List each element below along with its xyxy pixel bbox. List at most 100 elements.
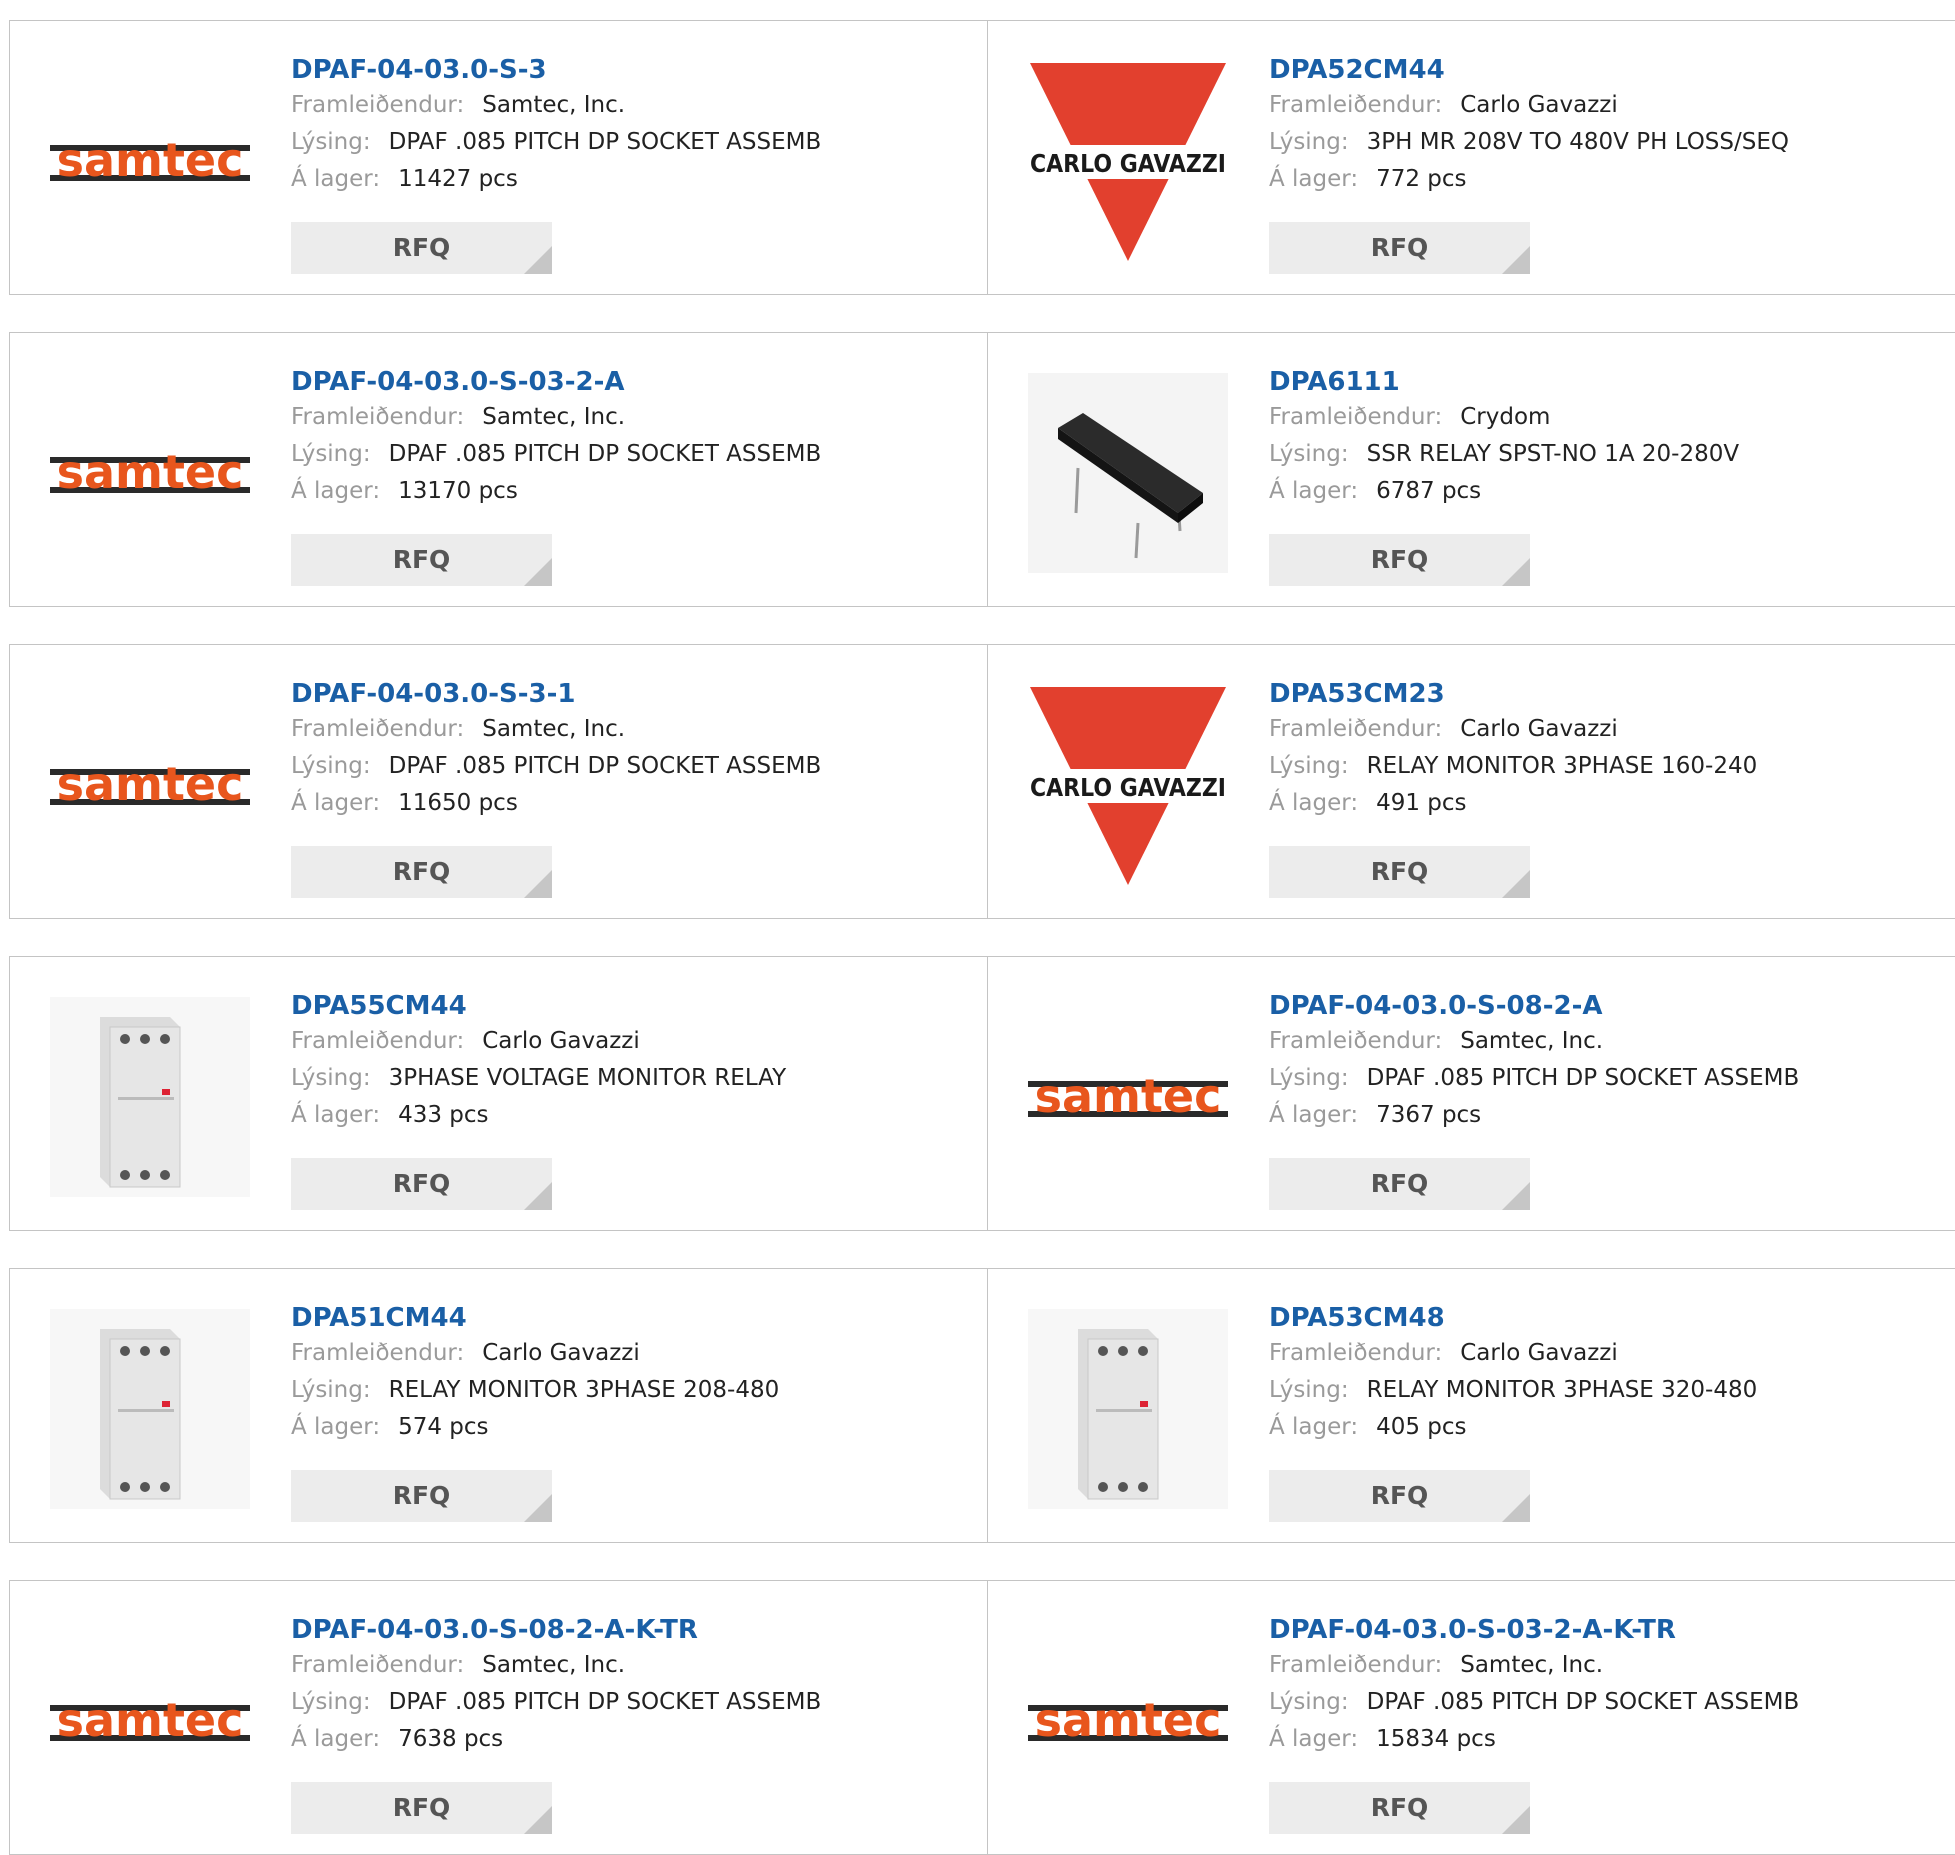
manufacturer-row: Framleiðendur: Carlo Gavazzi xyxy=(1269,711,1955,748)
rfq-label: RFQ xyxy=(392,1169,451,1198)
part-number-link[interactable]: DPA53CM48 xyxy=(1269,1301,1955,1335)
description-label: Lýsing: xyxy=(1269,129,1349,155)
samtec-logo: samtec xyxy=(50,133,250,187)
part-number-link[interactable]: DPAF-04-03.0-S-3 xyxy=(291,53,977,87)
part-number-link[interactable]: DPAF-04-03.0-S-08-2-A-K-TR xyxy=(291,1613,977,1647)
samtec-logo: samtec xyxy=(1028,1693,1228,1747)
product-image[interactable]: samtec xyxy=(1028,997,1228,1197)
rfq-button[interactable]: RFQ xyxy=(291,1158,552,1210)
product-image[interactable]: samtec xyxy=(50,373,250,573)
product-image[interactable]: samtec xyxy=(1028,1621,1228,1821)
product-image[interactable]: samtec xyxy=(50,685,250,885)
description-value: DPAF .085 PITCH DP SOCKET ASSEMB xyxy=(388,441,822,467)
description-value: DPAF .085 PITCH DP SOCKET ASSEMB xyxy=(388,753,822,779)
part-number-link[interactable]: DPAF-04-03.0-S-03-2-A xyxy=(291,365,977,399)
stock-row: Á lager: 11650 pcs xyxy=(291,785,977,822)
product-image[interactable]: samtec xyxy=(50,61,250,261)
carlo-gavazzi-logo: CARLO GAVAZZI xyxy=(1028,63,1228,261)
stock-value: 7638 pcs xyxy=(398,1726,504,1752)
rfq-button[interactable]: RFQ xyxy=(291,222,552,274)
rfq-label: RFQ xyxy=(1370,233,1429,262)
stock-value: 11650 pcs xyxy=(398,790,518,816)
rfq-button[interactable]: RFQ xyxy=(1269,534,1530,586)
stock-label: Á lager: xyxy=(1269,1102,1359,1128)
rfq-button[interactable]: RFQ xyxy=(291,846,552,898)
product-image[interactable] xyxy=(1028,373,1228,573)
carlo-gavazzi-logo-text: CARLO GAVAZZI xyxy=(1030,149,1226,178)
rfq-button[interactable]: RFQ xyxy=(1269,1782,1530,1834)
description-label: Lýsing: xyxy=(1269,1377,1349,1403)
samtec-logo: samtec xyxy=(50,445,250,499)
rfq-button[interactable]: RFQ xyxy=(1269,846,1530,898)
product-image[interactable]: CARLO GAVAZZI xyxy=(1028,685,1228,885)
product-info: DPA53CM23 Framleiðendur: Carlo Gavazzi Lýsi… xyxy=(1269,677,1955,822)
stock-label: Á lager: xyxy=(291,790,381,816)
stock-label: Á lager: xyxy=(291,1414,381,1440)
corner-triangle-icon xyxy=(524,558,552,586)
corner-triangle-icon xyxy=(1502,870,1530,898)
rfq-button[interactable]: RFQ xyxy=(291,534,552,586)
manufacturer-value: Carlo Gavazzi xyxy=(1460,1340,1618,1366)
part-number-link[interactable]: DPAF-04-03.0-S-08-2-A xyxy=(1269,989,1955,1023)
description-value: DPAF .085 PITCH DP SOCKET ASSEMB xyxy=(388,129,822,155)
manufacturer-value: Samtec, Inc. xyxy=(482,1652,626,1678)
part-number-link[interactable]: DPA52CM44 xyxy=(1269,53,1955,87)
part-number-link[interactable]: DPA53CM23 xyxy=(1269,677,1955,711)
description-row: Lýsing: DPAF .085 PITCH DP SOCKET ASSEMB xyxy=(1269,1684,1955,1721)
description-row: Lýsing: RELAY MONITOR 3PHASE 320-480 xyxy=(1269,1372,1955,1409)
product-card: DPA53CM48 Framleiðendur: Carlo Gavazzi Lýsi… xyxy=(987,1268,1955,1543)
rfq-button[interactable]: RFQ xyxy=(291,1470,552,1522)
description-row: Lýsing: SSR RELAY SPST-NO 1A 20-280V xyxy=(1269,436,1955,473)
description-label: Lýsing: xyxy=(1269,753,1349,779)
product-card: samtec DPAF-04-03.0-S-3-1 Framleiðendur: Sa… xyxy=(9,644,988,919)
manufacturer-row: Framleiðendur: Carlo Gavazzi xyxy=(291,1023,977,1060)
stock-value: 7367 pcs xyxy=(1376,1102,1482,1128)
samtec-logo-text: samtec xyxy=(1035,1693,1222,1747)
rfq-label: RFQ xyxy=(392,857,451,886)
manufacturer-value: Carlo Gavazzi xyxy=(1460,92,1618,118)
part-number-link[interactable]: DPAF-04-03.0-S-3-1 xyxy=(291,677,977,711)
product-image[interactable] xyxy=(1028,1309,1228,1509)
product-image[interactable]: samtec xyxy=(50,1621,250,1821)
stock-label: Á lager: xyxy=(291,478,381,504)
stock-row: Á lager: 15834 pcs xyxy=(1269,1721,1955,1758)
stock-row: Á lager: 7638 pcs xyxy=(291,1721,977,1758)
rfq-button[interactable]: RFQ xyxy=(1269,1158,1530,1210)
rfq-label: RFQ xyxy=(1370,1793,1429,1822)
carlo-gavazzi-logo: CARLO GAVAZZI xyxy=(1028,687,1228,885)
manufacturer-label: Framleiðendur: xyxy=(1269,1028,1443,1054)
product-image[interactable] xyxy=(50,997,250,1197)
manufacturer-label: Framleiðendur: xyxy=(1269,92,1443,118)
rfq-label: RFQ xyxy=(392,1481,451,1510)
description-value: RELAY MONITOR 3PHASE 320-480 xyxy=(1366,1377,1758,1403)
product-info: DPAF-04-03.0-S-08-2-A-K-TR Framleiðendur:… xyxy=(291,1613,977,1758)
product-card: DPA6111 Framleiðendur: Crydom Lýsing: SSR RE… xyxy=(987,332,1955,607)
product-image[interactable]: CARLO GAVAZZI xyxy=(1028,61,1228,261)
manufacturer-label: Framleiðendur: xyxy=(1269,1340,1443,1366)
description-label: Lýsing: xyxy=(1269,1689,1349,1715)
stock-row: Á lager: 6787 pcs xyxy=(1269,473,1955,510)
product-card: CARLO GAVAZZI DPA53CM23 Framleiðendur: Carl… xyxy=(987,644,1955,919)
description-row: Lýsing: DPAF .085 PITCH DP SOCKET ASSEMB xyxy=(291,124,977,161)
rfq-button[interactable]: RFQ xyxy=(1269,1470,1530,1522)
corner-triangle-icon xyxy=(1502,558,1530,586)
rfq-button[interactable]: RFQ xyxy=(1269,222,1530,274)
rfq-label: RFQ xyxy=(1370,857,1429,886)
description-row: Lýsing: 3PH MR 208V TO 480V PH LOSS/SEQ xyxy=(1269,124,1955,161)
part-number-link[interactable]: DPA51CM44 xyxy=(291,1301,977,1335)
product-info: DPA6111 Framleiðendur: Crydom Lýsing: SSR RE… xyxy=(1269,365,1955,510)
stock-value: 13170 pcs xyxy=(398,478,518,504)
product-image[interactable] xyxy=(50,1309,250,1509)
part-number-link[interactable]: DPA6111 xyxy=(1269,365,1955,399)
part-number-link[interactable]: DPAF-04-03.0-S-03-2-A-K-TR xyxy=(1269,1613,1955,1647)
part-number-link[interactable]: DPA55CM44 xyxy=(291,989,977,1023)
rfq-button[interactable]: RFQ xyxy=(291,1782,552,1834)
samtec-logo: samtec xyxy=(50,757,250,811)
stock-label: Á lager: xyxy=(1269,1414,1359,1440)
product-info: DPA52CM44 Framleiðendur: Carlo Gavazzi Lýsi… xyxy=(1269,53,1955,198)
rfq-label: RFQ xyxy=(392,545,451,574)
stock-value: 11427 pcs xyxy=(398,166,518,192)
manufacturer-row: Framleiðendur: Samtec, Inc. xyxy=(291,1647,977,1684)
stock-row: Á lager: 772 pcs xyxy=(1269,161,1955,198)
manufacturer-value: Samtec, Inc. xyxy=(482,92,626,118)
